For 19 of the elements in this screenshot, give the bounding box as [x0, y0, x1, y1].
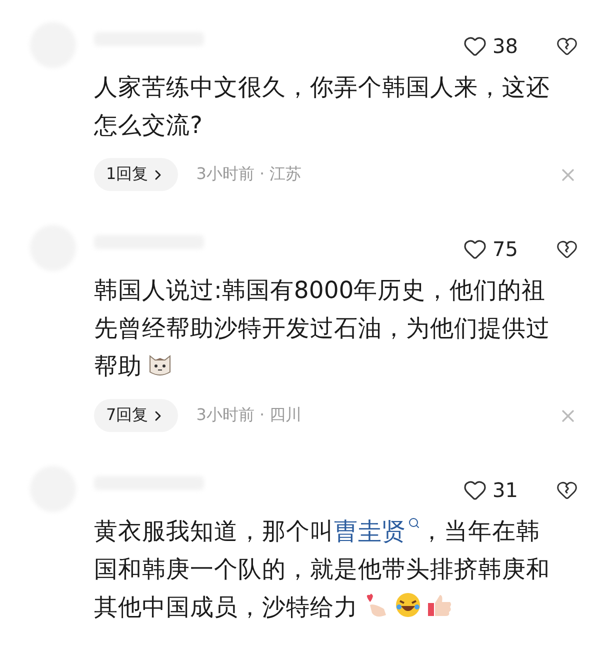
search-link[interactable]: 曺圭贤: [334, 517, 420, 545]
broken-heart-icon[interactable]: [556, 479, 578, 501]
heart-icon[interactable]: [462, 237, 487, 261]
laughing-face-icon: [394, 591, 422, 619]
comment-meta: 3小时前 · 四川: [196, 405, 303, 426]
like-count: 75: [492, 237, 518, 261]
like-count: 38: [492, 34, 518, 58]
replies-button[interactable]: 7回复: [94, 399, 178, 432]
like-count: 31: [492, 478, 518, 502]
heart-icon[interactable]: [462, 478, 487, 502]
broken-heart-icon[interactable]: [556, 238, 578, 260]
comment-text: 黄衣服我知道，那个叫曺圭贤 ，当年在韩国和韩庚一个队的，就是他带头排挤韩庚和其他中国成员，沙特给力: [94, 516, 551, 623]
comment-text: 韩国人说过:韩国有8000年历史，他们的祖先曾经帮助沙特开发过石油，为他们提供过帮助: [94, 275, 551, 382]
comment-text: 人家苦练中文很久，你弄个韩国人来，这还怎么交流?: [94, 72, 551, 141]
broken-heart-icon[interactable]: [556, 35, 578, 57]
replies-button[interactable]: 1回复: [94, 158, 178, 191]
comment-meta: 3小时前 · 江苏: [196, 164, 303, 185]
search-icon: [408, 517, 420, 529]
heart-icon[interactable]: [462, 34, 487, 58]
